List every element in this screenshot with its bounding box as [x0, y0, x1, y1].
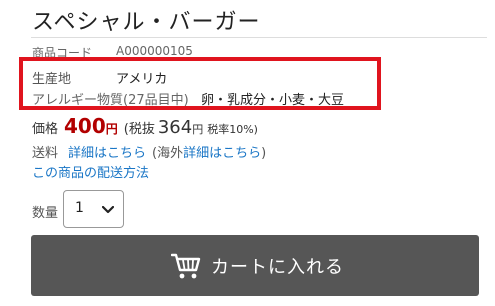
shipping-label: 送料 [32, 146, 59, 161]
price-yen: 円 [105, 122, 118, 136]
delivery-method-link[interactable]: この商品の配送方法 [32, 162, 149, 181]
product-code-value: A000000105 [116, 44, 193, 58]
quantity-label: 数量 [32, 206, 59, 221]
chevron-down-icon [102, 206, 114, 214]
price-amount: 400 [64, 114, 106, 138]
quantity-select[interactable]: 1 [63, 190, 124, 228]
cart-icon [171, 253, 201, 279]
shipping-detail-link[interactable]: 詳細はこちら [68, 146, 146, 161]
tax-excluded-amount: 364 [157, 117, 193, 138]
tax-excluded-label: (税抜 [123, 122, 155, 137]
quantity-value: 1 [75, 200, 84, 216]
tax-excluded-yen: 円 [192, 123, 204, 136]
add-to-cart-label: カートに入れる [211, 257, 344, 278]
tax-rate: 税率10%) [207, 123, 258, 136]
title-divider [31, 37, 487, 38]
intl-shipping-open: (海外 [152, 146, 184, 161]
intl-shipping-close: ) [261, 146, 267, 161]
add-to-cart-button[interactable]: カートに入れる [31, 235, 479, 296]
price-row: 価格 400円 (税抜 364円 税率10%) [32, 114, 258, 140]
price-label: 価格 [32, 122, 59, 137]
highlight-annotation-box [19, 57, 381, 110]
product-title: スペシャル・バーガー [32, 10, 261, 35]
shipping-row: 送料 詳細はこちら (海外詳細はこちら) [32, 142, 266, 161]
intl-shipping-detail-link[interactable]: 詳細はこちら [183, 146, 261, 161]
